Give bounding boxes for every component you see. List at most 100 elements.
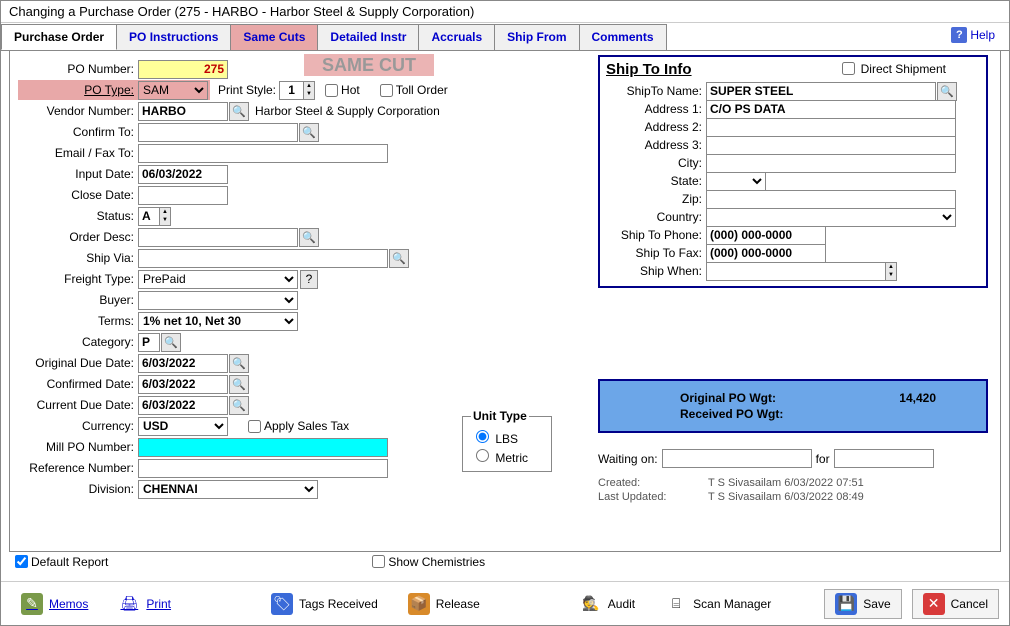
- fax-label: Ship To Fax:: [606, 246, 706, 260]
- ship-via-search-button[interactable]: 🔍: [389, 249, 409, 268]
- category-search-button[interactable]: 🔍: [161, 333, 181, 352]
- confirm-to-search-button[interactable]: 🔍: [299, 123, 319, 142]
- tab-accruals[interactable]: Accruals: [418, 24, 495, 50]
- buyer-select[interactable]: [138, 291, 298, 310]
- status-spinner[interactable]: ▲▼: [159, 207, 171, 226]
- addr1-label: Address 1:: [606, 102, 706, 116]
- printer-icon: 🖨: [118, 593, 140, 615]
- print-label: Print: [146, 597, 171, 611]
- created-value: T S Sivasailam 6/03/2022 07:51: [708, 477, 864, 489]
- status-input[interactable]: [138, 207, 160, 226]
- input-date-input[interactable]: [138, 165, 228, 184]
- orig-due-input[interactable]: [138, 354, 228, 373]
- state-select[interactable]: [706, 172, 766, 191]
- curr-due-input[interactable]: [138, 396, 228, 415]
- print-style-spinner[interactable]: ▲▼: [303, 81, 315, 100]
- tags-received-button[interactable]: 🏷Tags Received: [261, 589, 388, 619]
- mill-po-label: Mill PO Number:: [18, 440, 138, 454]
- direct-shipment-checkbox[interactable]: [842, 62, 855, 75]
- ref-num-input[interactable]: [138, 459, 388, 478]
- ship-via-input[interactable]: [138, 249, 388, 268]
- input-date-label: Input Date:: [18, 167, 138, 181]
- audit-label: Audit: [608, 597, 635, 611]
- waiting-input[interactable]: [662, 449, 812, 468]
- mill-po-input[interactable]: [138, 438, 388, 457]
- shipto-search-button[interactable]: 🔍: [937, 82, 957, 101]
- tab-comments[interactable]: Comments: [579, 24, 667, 50]
- order-desc-input[interactable]: [138, 228, 298, 247]
- close-date-label: Close Date:: [18, 188, 138, 202]
- addr2-input[interactable]: [706, 118, 956, 137]
- po-number-input[interactable]: [138, 60, 228, 79]
- ship-when-input[interactable]: [706, 262, 886, 281]
- ship-when-spinner[interactable]: ▲▼: [885, 262, 897, 281]
- orig-due-label: Original Due Date:: [18, 356, 138, 370]
- fax-input[interactable]: [706, 244, 826, 263]
- memos-button[interactable]: ✎Memos: [11, 589, 98, 619]
- currency-select[interactable]: USD: [138, 417, 228, 436]
- terms-select[interactable]: 1% net 10, Net 30: [138, 312, 298, 331]
- tab-po-instructions[interactable]: PO Instructions: [116, 24, 231, 50]
- bottom-options: Default Report Show Chemistries: [11, 548, 999, 575]
- orig-due-cal-button[interactable]: 🔍: [229, 354, 249, 373]
- category-input[interactable]: [138, 333, 160, 352]
- po-type-select[interactable]: SAM: [138, 81, 208, 100]
- shipto-name-input[interactable]: [706, 82, 936, 101]
- search-icon: 🔍: [232, 378, 246, 391]
- save-button[interactable]: 💾Save: [824, 589, 901, 619]
- zip-label: Zip:: [606, 192, 706, 206]
- waiting-for-input[interactable]: [834, 449, 934, 468]
- search-icon: 🔍: [392, 252, 406, 265]
- addr3-input[interactable]: [706, 136, 956, 155]
- save-label: Save: [863, 597, 890, 611]
- curr-due-cal-button[interactable]: 🔍: [229, 396, 249, 415]
- tab-same-cuts[interactable]: Same Cuts: [230, 24, 318, 50]
- tab-ship-from[interactable]: Ship From: [494, 24, 579, 50]
- ship-when-label: Ship When:: [606, 264, 706, 278]
- toll-order-checkbox[interactable]: [380, 84, 393, 97]
- hot-label: Hot: [341, 83, 360, 97]
- audit-button[interactable]: 🕵️Audit: [570, 589, 645, 619]
- print-style-input[interactable]: [279, 81, 304, 100]
- currency-label: Currency:: [18, 419, 138, 433]
- vendor-number-input[interactable]: [138, 102, 228, 121]
- conf-date-cal-button[interactable]: 🔍: [229, 375, 249, 394]
- apply-tax-checkbox[interactable]: [248, 420, 261, 433]
- freight-help-button[interactable]: ?: [300, 270, 318, 289]
- release-icon: 📦: [408, 593, 430, 615]
- conf-date-input[interactable]: [138, 375, 228, 394]
- division-select[interactable]: CHENNAI: [138, 480, 318, 499]
- email-fax-label: Email / Fax To:: [18, 146, 138, 160]
- email-fax-input[interactable]: [138, 144, 388, 163]
- vendor-search-button[interactable]: 🔍: [229, 102, 249, 121]
- release-button[interactable]: 📦Release: [398, 589, 490, 619]
- help-link[interactable]: ? Help: [951, 27, 995, 43]
- search-icon: 🔍: [232, 105, 246, 118]
- freight-type-label: Freight Type:: [18, 272, 138, 286]
- zip-input[interactable]: [706, 190, 956, 209]
- addr1-input[interactable]: [706, 100, 956, 119]
- orig-wgt-label: Original PO Wgt:: [680, 391, 776, 405]
- country-select[interactable]: [706, 208, 956, 227]
- show-chem-checkbox[interactable]: [372, 555, 385, 568]
- cancel-button[interactable]: ✕Cancel: [912, 589, 999, 619]
- po-number-label: PO Number:: [18, 62, 138, 76]
- hot-checkbox[interactable]: [325, 84, 338, 97]
- tab-bar: Purchase Order PO Instructions Same Cuts…: [1, 23, 1009, 51]
- tab-purchase-order[interactable]: Purchase Order: [1, 24, 117, 50]
- unit-type-lbs-radio[interactable]: [476, 430, 489, 443]
- phone-input[interactable]: [706, 226, 826, 245]
- print-button[interactable]: 🖨 Print: [108, 589, 181, 619]
- state-label: State:: [606, 174, 706, 188]
- freight-type-select[interactable]: PrePaid: [138, 270, 298, 289]
- order-desc-label: Order Desc:: [18, 230, 138, 244]
- confirm-to-input[interactable]: [138, 123, 298, 142]
- order-desc-search-button[interactable]: 🔍: [299, 228, 319, 247]
- unit-type-metric-radio[interactable]: [476, 449, 489, 462]
- close-date-input[interactable]: [138, 186, 228, 205]
- default-report-checkbox[interactable]: [15, 555, 28, 568]
- tab-detailed-instr[interactable]: Detailed Instr: [317, 24, 419, 50]
- city-label: City:: [606, 156, 706, 170]
- city-input[interactable]: [706, 154, 956, 173]
- scan-manager-button[interactable]: ⌸Scan Manager: [655, 589, 781, 619]
